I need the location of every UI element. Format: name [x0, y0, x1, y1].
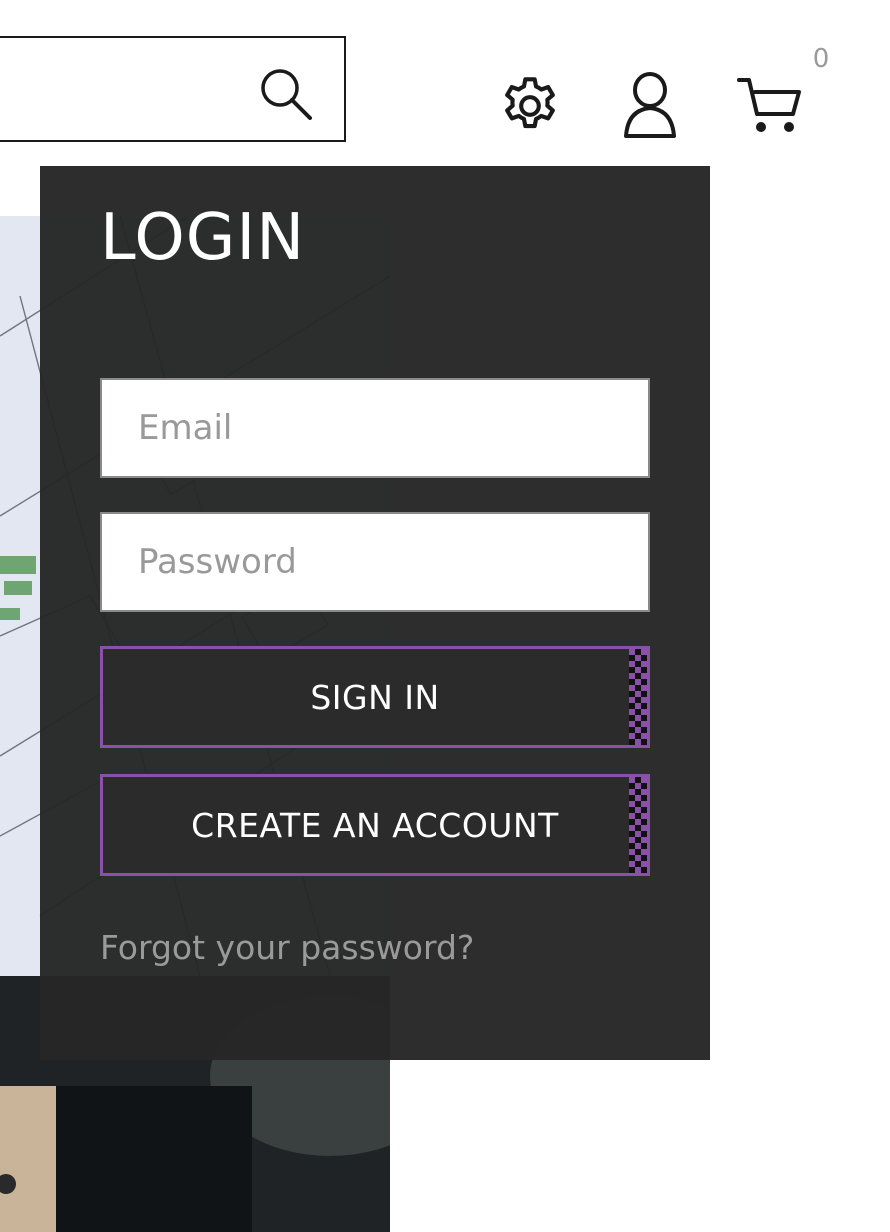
- forgot-password-link[interactable]: Forgot your password?: [100, 928, 474, 967]
- button-accent-pattern: [629, 649, 647, 745]
- sign-in-button[interactable]: SIGN IN: [100, 646, 650, 748]
- password-field[interactable]: [100, 512, 650, 612]
- button-accent-pattern: [629, 777, 647, 873]
- cart-count-badge: 0: [812, 44, 830, 74]
- login-panel: LOGIN SIGN IN CREATE AN ACCOUNT Forgot y…: [40, 166, 710, 1060]
- user-icon[interactable]: [620, 70, 680, 140]
- login-title: LOGIN: [100, 201, 306, 275]
- email-field[interactable]: [100, 378, 650, 478]
- create-account-label: CREATE AN ACCOUNT: [191, 805, 559, 845]
- create-account-button[interactable]: CREATE AN ACCOUNT: [100, 774, 650, 876]
- search-input[interactable]: [8, 48, 252, 132]
- cart-icon[interactable]: [737, 74, 803, 136]
- sign-in-label: SIGN IN: [310, 677, 440, 717]
- search-icon[interactable]: [256, 64, 314, 122]
- gear-icon[interactable]: [497, 73, 563, 139]
